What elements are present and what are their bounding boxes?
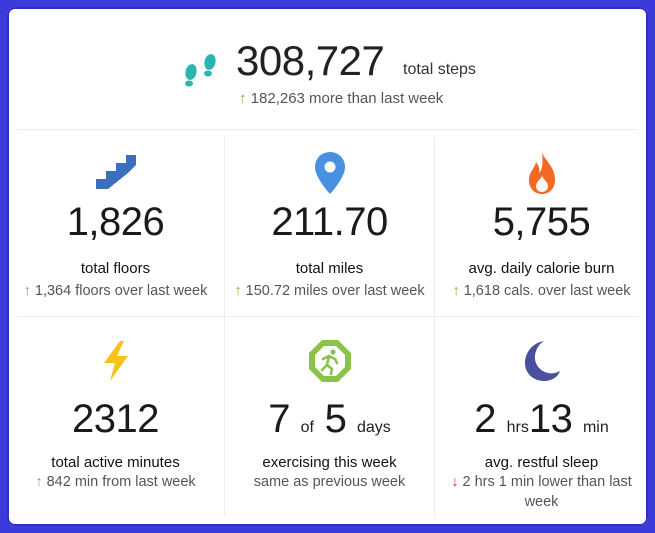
- active-minutes-change: ↑ 842 min from last week: [35, 474, 196, 490]
- sleep-value: 2 hrs13 min: [474, 397, 609, 441]
- steps-change: ↑ 182,263 more than last week: [239, 90, 443, 107]
- miles-label: total miles: [295, 260, 364, 277]
- stat-tile-miles[interactable]: 211.70 total miles ↑ 150.72 miles over l…: [225, 130, 434, 316]
- exercise-value: 7 of 5 days: [268, 397, 391, 441]
- up-arrow-icon: ↑: [452, 283, 460, 299]
- up-arrow-icon: ↑: [239, 90, 247, 107]
- lightning-bolt-icon: [103, 341, 128, 381]
- sleep-change: ↓ 2 hrs 1 min lower than last week: [451, 474, 632, 510]
- stat-tile-floors[interactable]: 1,826 total floors ↑ 1,364 floors over l…: [7, 130, 224, 316]
- down-arrow-icon: ↓: [451, 474, 459, 490]
- total-steps-label: total steps: [403, 61, 476, 78]
- floors-label: total floors: [80, 260, 151, 277]
- up-arrow-icon: ↑: [234, 283, 242, 299]
- active-minutes-value: 2312: [72, 397, 159, 441]
- stat-tile-active-minutes[interactable]: 2312 total active minutes ↑ 842 min from…: [7, 317, 224, 526]
- steps-change-text: 182,263 more than last week: [250, 90, 444, 107]
- miles-value: 211.70: [271, 200, 388, 244]
- footprints-icon: [185, 54, 216, 87]
- stat-tile-sleep[interactable]: 2 hrs13 min avg. restful sleep ↓ 2 hrs 1…: [435, 317, 648, 526]
- total-steps-value: 308,727: [236, 37, 385, 84]
- stat-tile-exercise[interactable]: 7 of 5 days exercising this week same as…: [225, 317, 434, 526]
- sleep-label: avg. restful sleep: [484, 454, 599, 471]
- moon-icon: [524, 341, 560, 381]
- exercise-change: same as previous week: [253, 474, 406, 490]
- calories-label: avg. daily calorie burn: [468, 260, 615, 277]
- up-arrow-icon: ↑: [35, 474, 43, 490]
- calories-value: 5,755: [492, 200, 591, 244]
- location-pin-icon: [314, 152, 345, 194]
- calories-change: ↑ 1,618 cals. over last week: [452, 283, 631, 299]
- flame-icon: [528, 152, 555, 194]
- floors-change: ↑ 1,364 floors over last week: [23, 283, 208, 299]
- up-arrow-icon: ↑: [23, 283, 31, 299]
- running-person-badge-icon: [308, 340, 351, 382]
- floors-value: 1,826: [66, 200, 165, 244]
- stat-tile-calories[interactable]: 5,755 avg. daily calorie burn ↑ 1,618 ca…: [435, 130, 648, 316]
- active-minutes-label: total active minutes: [51, 454, 180, 471]
- steps-summary[interactable]: 308,727 total steps ↑ 182,263 more than …: [7, 7, 648, 129]
- miles-change: ↑ 150.72 miles over last week: [234, 283, 425, 299]
- stairs-icon: [95, 155, 136, 189]
- exercise-label: exercising this week: [262, 454, 397, 471]
- dashboard-panel: 308,727 total steps ↑ 182,263 more than …: [7, 7, 648, 526]
